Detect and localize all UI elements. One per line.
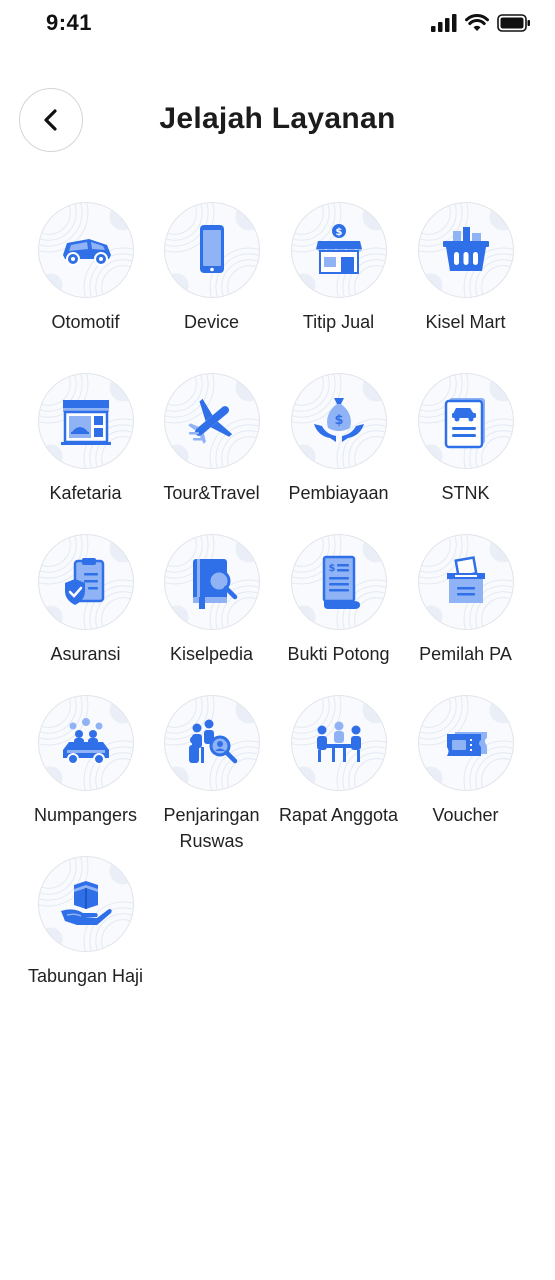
- service-tour-travel[interactable]: Tour&Travel: [148, 373, 275, 506]
- service-label: Voucher: [432, 805, 499, 825]
- service-label: Penjaringan Ruswas: [163, 805, 260, 851]
- service-label: Numpangers: [33, 805, 138, 825]
- people-search-icon: [188, 719, 237, 764]
- service-label: Kiselpedia: [169, 644, 254, 664]
- ballot-box-icon: [446, 556, 485, 603]
- service-kisel-mart[interactable]: Kisel Mart: [402, 202, 529, 335]
- service-label: Kisel Mart: [425, 312, 506, 332]
- service-icon-circle: [37, 373, 134, 469]
- service-label: STNK: [441, 483, 490, 503]
- service-icon-circle: [163, 695, 260, 791]
- service-stnk[interactable]: STNK: [402, 373, 529, 506]
- service-icon-circle: $: [290, 534, 387, 630]
- service-bukti-potong[interactable]: $ Bukti Potong: [275, 534, 402, 667]
- service-label: Pemilah PA: [419, 644, 512, 664]
- service-otomotif[interactable]: Otomotif: [22, 202, 149, 335]
- service-numpangers[interactable]: Numpangers: [22, 695, 149, 828]
- service-asuransi[interactable]: Asuransi: [22, 534, 149, 667]
- status-icons: [431, 14, 531, 32]
- service-kiselpedia[interactable]: Kiselpedia: [148, 534, 275, 667]
- status-time: 9:41: [46, 10, 93, 35]
- service-icon-circle: [37, 695, 134, 791]
- service-voucher[interactable]: Voucher: [402, 695, 529, 828]
- service-pembiayaan[interactable]: $ Pembiayaan: [275, 373, 402, 506]
- service-icon-circle: $: [290, 202, 387, 298]
- service-icon-circle: [417, 534, 514, 630]
- phone-icon: [199, 225, 224, 273]
- header: Jelajah Layanan: [0, 88, 555, 154]
- svg-text:$: $: [335, 227, 342, 238]
- service-icon-circle: [163, 373, 260, 469]
- service-pemilah-pa[interactable]: Pemilah PA: [402, 534, 529, 667]
- service-titip-jual[interactable]: $ Titip Jual: [275, 202, 402, 335]
- service-label: Bukti Potong: [287, 644, 390, 664]
- service-icon-circle: [290, 695, 387, 791]
- service-icon-circle: [417, 373, 514, 469]
- money-bag-hands-icon: $: [313, 398, 364, 442]
- kaaba-hand-icon: [60, 881, 112, 925]
- battery-icon: [497, 14, 530, 32]
- insurance-clipboard-icon: [64, 558, 104, 605]
- wifi-icon: [465, 14, 489, 31]
- receipt-icon: $: [322, 555, 360, 609]
- ticket-icon: [446, 732, 487, 756]
- service-icon-circle: [163, 202, 260, 298]
- svg-text:$: $: [334, 413, 343, 428]
- store-icon: $: [315, 224, 362, 274]
- service-label: Tabungan Haji: [27, 966, 144, 986]
- service-label: Otomotif: [51, 312, 120, 332]
- service-icon-circle: [37, 534, 134, 630]
- airplane-icon: [187, 398, 232, 444]
- service-icon-circle: [163, 534, 260, 630]
- service-device[interactable]: Device: [148, 202, 275, 335]
- service-icon-circle: [37, 856, 134, 952]
- page-title: Jelajah Layanan: [159, 102, 396, 135]
- cafeteria-icon: [60, 400, 111, 445]
- service-rapat-anggota[interactable]: Rapat Anggota: [275, 695, 402, 828]
- meeting-icon: [316, 721, 361, 762]
- service-label: Asuransi: [50, 644, 121, 664]
- service-icon-circle: [417, 202, 514, 298]
- service-icon-circle: $: [290, 373, 387, 469]
- service-tabungan-haji[interactable]: Tabungan Haji: [22, 856, 149, 989]
- service-label: Titip Jual: [302, 312, 375, 332]
- signal-icon: [431, 14, 457, 32]
- service-kafetaria[interactable]: Kafetaria: [22, 373, 149, 506]
- service-label: Device: [183, 312, 240, 332]
- service-label: Rapat Anggota: [278, 805, 399, 825]
- vehicle-document-icon: [444, 398, 485, 449]
- service-icon-circle: [417, 695, 514, 791]
- svg-text:$: $: [328, 563, 335, 574]
- service-label: Tour&Travel: [163, 483, 260, 503]
- basket-icon: [442, 227, 489, 271]
- book-search-icon: [192, 559, 237, 609]
- service-penjaringan-ruswas[interactable]: Penjaringan Ruswas: [148, 695, 275, 854]
- carpool-icon: [62, 718, 109, 765]
- status-bar: 9:41: [0, 0, 555, 50]
- service-icon-circle: [37, 202, 134, 298]
- service-label: Kafetaria: [49, 483, 122, 503]
- service-label: Pembiayaan: [288, 483, 389, 503]
- car-icon: [62, 239, 111, 266]
